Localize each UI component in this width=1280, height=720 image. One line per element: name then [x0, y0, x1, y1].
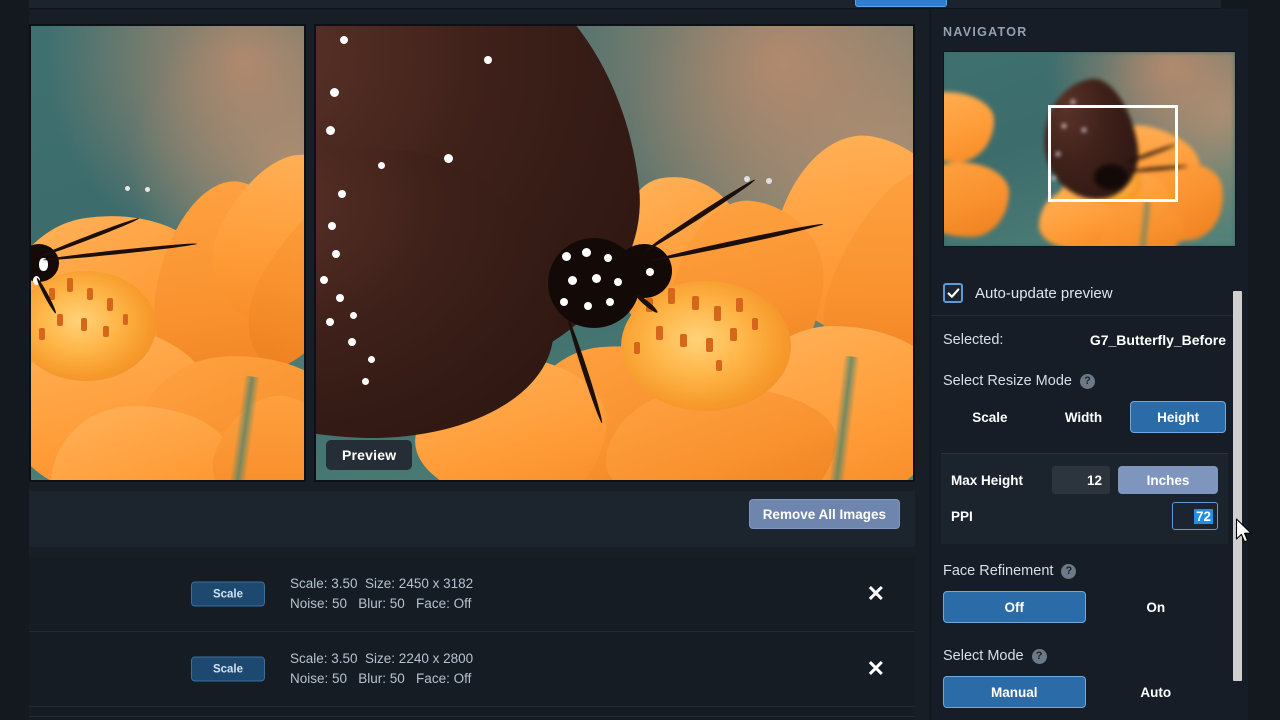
face-refinement-option-on[interactable]: On — [1086, 591, 1227, 623]
max-height-row: Max Height 12 Inches — [951, 462, 1218, 498]
face-refinement-text: Face Refinement — [943, 563, 1053, 579]
select-mode-option-auto[interactable]: Auto — [1086, 676, 1227, 708]
help-icon[interactable]: ? — [1032, 649, 1047, 664]
remove-all-images-button[interactable]: Remove All Images — [749, 499, 900, 529]
close-icon[interactable]: ✕ — [867, 658, 885, 680]
selected-image-row: Selected: G7_Butterfly_Before — [931, 316, 1238, 364]
list-item[interactable]: Scale Scale: 3.50 Size: 2240 x 2800 Nois… — [29, 632, 915, 707]
before-image-panel[interactable] — [29, 24, 306, 482]
list-item-meta: Scale: 3.50 Size: 2450 x 3182 Noise: 50 … — [290, 574, 473, 614]
preview-badge: Preview — [326, 440, 412, 470]
auto-update-checkbox[interactable] — [943, 283, 963, 303]
top-primary-button[interactable] — [855, 0, 947, 7]
after-photo — [316, 26, 913, 480]
image-toolbar: Remove All Images — [29, 491, 915, 547]
list-item-line1: Scale: 3.50 Size: 2240 x 2800 — [290, 649, 473, 669]
face-refinement-segmented: Off On — [931, 588, 1238, 633]
scale-button[interactable]: Scale — [191, 582, 265, 607]
select-resize-mode-label: Select Resize Mode ? — [931, 364, 1238, 398]
ppi-input-selection: 72 — [1194, 509, 1213, 524]
select-mode-text: Select Mode — [943, 648, 1024, 664]
scale-button[interactable]: Scale — [191, 657, 265, 682]
preview-area: Preview — [29, 24, 915, 482]
app-window: Preview Remove All Images Scale Scale: 3… — [0, 0, 1280, 720]
help-icon[interactable]: ? — [1061, 564, 1076, 579]
close-icon[interactable]: ✕ — [867, 583, 885, 605]
after-image-panel[interactable]: Preview — [314, 24, 915, 482]
check-icon — [947, 287, 960, 300]
face-refinement-label: Face Refinement ? — [931, 554, 1238, 588]
auto-update-preview-row[interactable]: Auto-update preview — [931, 271, 1238, 316]
list-item[interactable]: Scale Scale: 3.50 Size: 2450 x 3182 Nois… — [29, 557, 915, 632]
selected-label: Selected: — [943, 332, 1003, 348]
list-item-line2: Noise: 50 Blur: 50 Face: Off — [290, 594, 473, 614]
list-item-line1: Scale: 3.50 Size: 2450 x 3182 — [290, 574, 473, 594]
select-mode-segmented: Manual Auto — [931, 673, 1238, 718]
right-sidebar: NAVIGATOR — [930, 9, 1248, 720]
resize-mode-segmented: Scale Width Height — [931, 398, 1238, 443]
ppi-row: PPI 72 — [951, 498, 1218, 534]
top-toolbar-strip — [29, 0, 1221, 9]
ppi-input[interactable]: 72 — [1172, 502, 1218, 530]
help-icon[interactable]: ? — [1080, 374, 1095, 389]
navigator-viewport-rect[interactable] — [1048, 105, 1178, 202]
sidebar-settings-scroll[interactable]: Auto-update preview Selected: G7_Butterf… — [931, 271, 1238, 720]
select-mode-option-manual[interactable]: Manual — [943, 676, 1086, 708]
resize-mode-option-scale[interactable]: Scale — [943, 401, 1037, 433]
max-height-label: Max Height — [951, 473, 1052, 488]
max-height-input[interactable]: 12 — [1052, 466, 1110, 494]
ppi-label: PPI — [951, 509, 1172, 524]
unit-toggle-button[interactable]: Inches — [1118, 466, 1218, 494]
selected-value: G7_Butterfly_Before — [1090, 332, 1226, 348]
list-item-line2: Noise: 50 Blur: 50 Face: Off — [290, 669, 473, 689]
dimension-panel: Max Height 12 Inches PPI 72 — [941, 453, 1228, 544]
image-list[interactable]: Scale Scale: 3.50 Size: 2450 x 3182 Nois… — [29, 557, 915, 720]
list-item-partial[interactable] — [29, 707, 915, 717]
sidebar-scrollbar-thumb[interactable] — [1233, 291, 1242, 681]
sidebar-scrollbar-track[interactable] — [1233, 281, 1242, 720]
before-photo — [31, 26, 304, 480]
navigator-title: NAVIGATOR — [943, 25, 1028, 39]
resize-mode-option-width[interactable]: Width — [1037, 401, 1131, 433]
resize-mode-text: Select Resize Mode — [943, 373, 1072, 389]
list-item-meta: Scale: 3.50 Size: 2240 x 2800 Noise: 50 … — [290, 649, 473, 689]
navigator-thumbnail[interactable] — [943, 51, 1236, 247]
auto-update-label: Auto-update preview — [975, 285, 1113, 302]
resize-mode-option-height[interactable]: Height — [1130, 401, 1226, 433]
face-refinement-option-off[interactable]: Off — [943, 591, 1086, 623]
select-mode-label: Select Mode ? — [931, 639, 1238, 673]
